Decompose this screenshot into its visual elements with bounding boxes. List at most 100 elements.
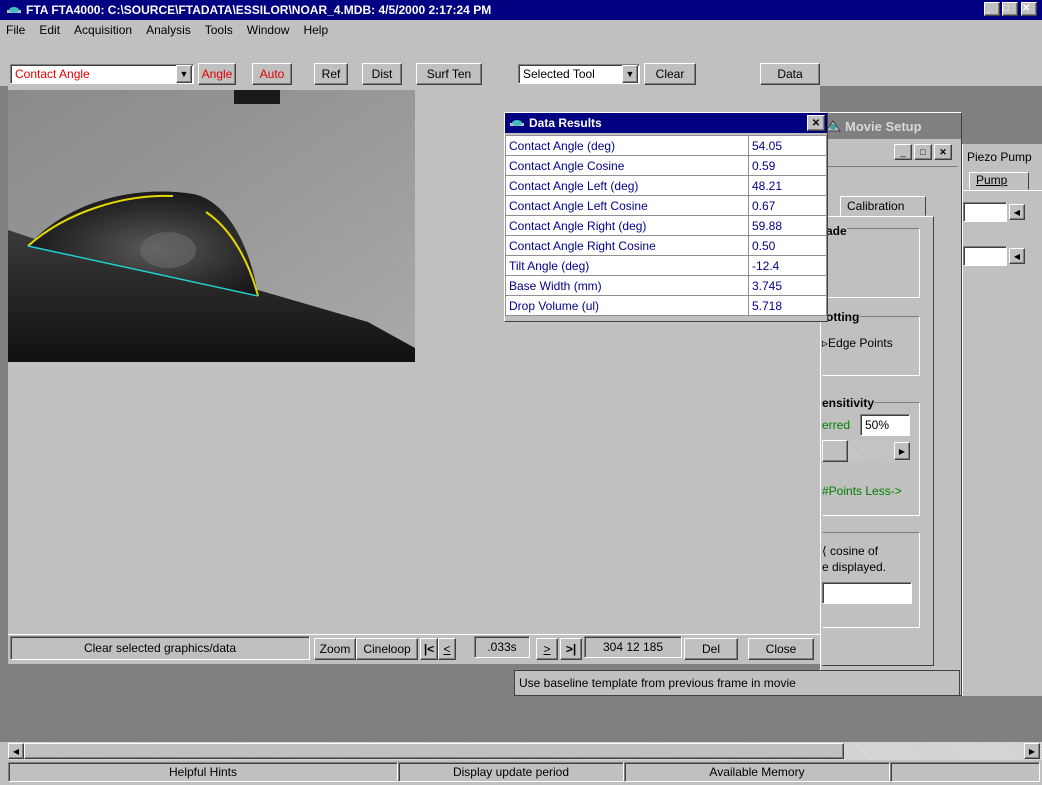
drop-photo — [8, 90, 415, 362]
status-text: Clear selected graphics/data — [10, 636, 310, 660]
result-value: 48.21 — [748, 175, 827, 196]
group-plotting-title: otting — [826, 310, 860, 324]
data-results-dialog: Data Results ✕ Contact Angle (deg) 54.05 … — [504, 112, 828, 322]
edge-points-label[interactable]: ▹Edge Points — [822, 336, 893, 350]
mode-select[interactable]: Contact Angle — [10, 64, 194, 84]
movie-setup-titlebar: Movie Setup — [821, 113, 961, 139]
table-row: Contact Angle (deg) 54.05 — [505, 135, 827, 156]
data-results-titlebar: Data Results — [505, 113, 827, 133]
scroll-left-arrow[interactable]: ◀ — [8, 743, 24, 759]
result-value: 0.59 — [748, 155, 827, 176]
menu-window[interactable]: Window — [247, 23, 290, 37]
cineloop-button[interactable]: Cineloop — [356, 638, 418, 660]
cosine-label-1: ⟨ cosine of — [822, 544, 879, 558]
angle-button[interactable]: Angle — [198, 63, 236, 85]
table-row: Contact Angle Left Cosine 0.67 — [505, 195, 827, 216]
sensitivity-thumb[interactable] — [822, 440, 848, 462]
maximize-button[interactable]: □ — [1002, 2, 1018, 16]
result-value: 3.745 — [748, 275, 827, 296]
close-button[interactable]: ✕ — [1021, 2, 1037, 16]
results-table-wrap: Contact Angle (deg) 54.05 Contact Angle C… — [505, 135, 827, 316]
scroll-thumb[interactable] — [24, 743, 844, 759]
movie-close-button[interactable]: ✕ — [934, 144, 952, 160]
next-frame-button[interactable]: > — [536, 638, 558, 660]
first-frame-button[interactable]: |< — [420, 638, 438, 660]
menu-help[interactable]: Help — [303, 23, 328, 37]
pump-left-arrow-1[interactable]: ◀ — [1009, 204, 1025, 220]
sensitivity-label: erred — [822, 418, 851, 432]
movie-setup-dialog: _ □ ✕ Calibration ade otting ▹Edge Point… — [822, 140, 958, 666]
pump-field-2[interactable] — [963, 246, 1007, 266]
result-value: 0.67 — [748, 195, 827, 216]
window-title: FTA FTA4000: C:\SOURCE\FTADATA\ESSILOR\N… — [26, 3, 492, 17]
group-ade — [822, 228, 920, 298]
result-label: Contact Angle (deg) — [505, 135, 749, 156]
prev-frame-button[interactable]: < — [438, 638, 456, 660]
delete-button[interactable]: Del — [684, 638, 738, 660]
results-icon — [510, 120, 524, 126]
result-label: Tilt Angle (deg) — [505, 255, 749, 276]
frame-interval: .033s — [474, 636, 530, 658]
menu-tools[interactable]: Tools — [205, 23, 233, 37]
cosine-label-2: e displayed. — [822, 560, 887, 574]
last-frame-button[interactable]: >| — [560, 638, 582, 660]
auto-button[interactable]: Auto — [252, 63, 292, 85]
pump-field-1[interactable] — [963, 202, 1007, 222]
cosine-input[interactable] — [822, 582, 912, 604]
menu-file[interactable]: File — [6, 23, 25, 37]
sensitivity-hint: #Points Less-> — [822, 484, 902, 498]
mode-dropdown-arrow[interactable]: ▼ — [176, 65, 192, 83]
result-value: 0.50 — [748, 235, 827, 256]
table-row: Contact Angle Cosine 0.59 — [505, 155, 827, 176]
divider — [822, 166, 958, 167]
status-extra — [890, 762, 1040, 782]
movie-minimize-button[interactable]: _ — [894, 144, 912, 160]
tab-pump[interactable]: Pump — [969, 172, 1029, 190]
menu-edit[interactable]: Edit — [39, 23, 60, 37]
tab-piezo-pump[interactable]: Piezo Pump — [963, 150, 1042, 168]
clear-button[interactable]: Clear — [644, 63, 696, 85]
tool-dropdown-arrow[interactable]: ▼ — [622, 65, 638, 83]
app-icon — [7, 7, 21, 13]
table-row: Contact Angle Right (deg) 59.88 — [505, 215, 827, 236]
dist-button[interactable]: Dist — [362, 63, 402, 85]
result-label: Contact Angle Right (deg) — [505, 215, 749, 236]
sensitivity-right-arrow[interactable]: ▶ — [894, 442, 910, 460]
result-label: Contact Angle Cosine — [505, 155, 749, 176]
movie-setup-title: Movie Setup — [845, 118, 922, 134]
result-label: Contact Angle Right Cosine — [505, 235, 749, 256]
piezo-panel: Piezo Pump Pump ◀ ◀ — [962, 144, 1042, 696]
status-update-period: Display update period — [398, 762, 624, 782]
results-table: Contact Angle (deg) 54.05 Contact Angle C… — [505, 135, 827, 316]
menu-bar: File Edit Acquisition Analysis Tools Win… — [0, 20, 1042, 40]
menu-analysis[interactable]: Analysis — [146, 23, 191, 37]
menu-acquisition[interactable]: Acquisition — [74, 23, 132, 37]
ref-button[interactable]: Ref — [314, 63, 348, 85]
frame-coords: 304 12 185 — [584, 636, 682, 658]
zoom-button[interactable]: Zoom — [314, 638, 356, 660]
data-results-close-button[interactable]: ✕ — [807, 115, 825, 131]
minimize-button[interactable]: _ — [984, 2, 1000, 16]
table-row: Drop Volume (ul) 5.718 — [505, 295, 827, 316]
surften-button[interactable]: Surf Ten — [416, 63, 482, 85]
result-label: Contact Angle Left Cosine — [505, 195, 749, 216]
scroll-right-arrow[interactable]: ▶ — [1024, 743, 1040, 759]
result-value: 5.718 — [748, 295, 827, 316]
data-button[interactable]: Data — [760, 63, 820, 85]
table-row: Contact Angle Right Cosine 0.50 — [505, 235, 827, 256]
table-row: Tilt Angle (deg) -12.4 — [505, 255, 827, 276]
result-value: 54.05 — [748, 135, 827, 156]
tab-calibration[interactable]: Calibration — [840, 196, 926, 216]
movie-maximize-button[interactable]: □ — [914, 144, 932, 160]
table-row: Base Width (mm) 3.745 — [505, 275, 827, 296]
sensitivity-value[interactable]: 50% — [860, 414, 910, 436]
drop-image[interactable] — [8, 90, 415, 362]
result-label: Drop Volume (ul) — [505, 295, 749, 316]
result-label: Contact Angle Left (deg) — [505, 175, 749, 196]
group-ade-title: ade — [826, 224, 847, 238]
title-bar: FTA FTA4000: C:\SOURCE\FTADATA\ESSILOR\N… — [0, 0, 1042, 20]
pump-left-arrow-2[interactable]: ◀ — [1009, 248, 1025, 264]
status-bar: Helpful Hints Display update period Avai… — [0, 762, 1042, 785]
status-memory: Available Memory — [624, 762, 890, 782]
close-movie-button[interactable]: Close — [748, 638, 814, 660]
